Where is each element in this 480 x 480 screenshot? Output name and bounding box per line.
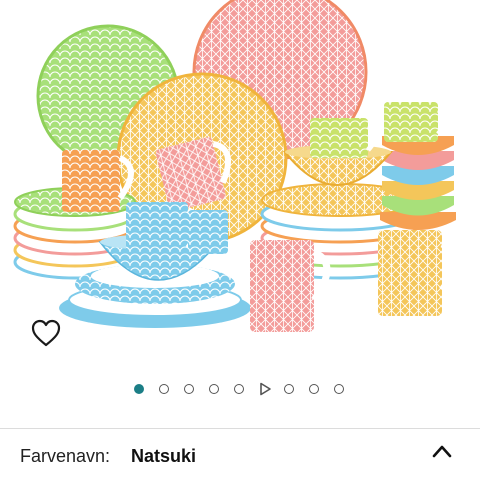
divider: [0, 428, 480, 429]
product-image[interactable]: [0, 0, 480, 360]
carousel-dot-1[interactable]: [134, 384, 144, 394]
carousel-dot-4[interactable]: [209, 384, 219, 394]
carousel-dot-2[interactable]: [159, 384, 169, 394]
carousel-dot-8[interactable]: [309, 384, 319, 394]
variant-label: Farvenavn:: [20, 446, 111, 466]
carousel-pagination: [0, 380, 480, 400]
variant-value: Natsuki: [131, 446, 197, 466]
carousel-dot-7[interactable]: [284, 384, 294, 394]
chevron-up-icon[interactable]: [431, 444, 453, 458]
carousel-dot-9[interactable]: [334, 384, 344, 394]
heart-outline-icon: [31, 319, 61, 347]
carousel-dot-5[interactable]: [234, 384, 244, 394]
play-icon[interactable]: [258, 382, 272, 396]
variant-selector[interactable]: Farvenavn: Natsuki: [0, 430, 480, 480]
carousel-dot-3[interactable]: [184, 384, 194, 394]
favorite-button[interactable]: [30, 318, 62, 348]
